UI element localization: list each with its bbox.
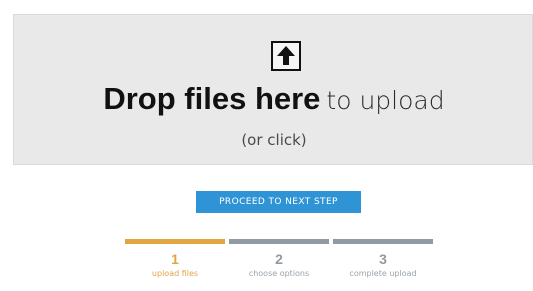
drop-files-strong-text: Drop files here bbox=[103, 81, 321, 116]
upload-page: Drop files here to upload (or click) PROC… bbox=[0, 0, 533, 291]
file-dropzone[interactable]: Drop files here to upload (or click) bbox=[13, 14, 533, 165]
step-3-number: 3 bbox=[379, 251, 387, 267]
step-3-bar bbox=[333, 239, 433, 244]
upload-steps-progress: 1 upload files 2 choose options 3 comple… bbox=[125, 239, 433, 291]
step-2-number: 2 bbox=[275, 251, 283, 267]
step-1-number: 1 bbox=[171, 251, 179, 267]
step-2-bar bbox=[229, 239, 329, 244]
step-complete-upload: 3 complete upload bbox=[333, 239, 433, 278]
upload-arrow-svg bbox=[277, 46, 295, 65]
step-2-label: choose options bbox=[248, 269, 310, 278]
drop-files-rest-text: to upload bbox=[326, 86, 445, 115]
step-choose-options: 2 choose options bbox=[229, 239, 329, 278]
or-click-hint: (or click) bbox=[241, 131, 307, 149]
drop-files-heading: Drop files here to upload bbox=[14, 73, 533, 130]
step-upload-files: 1 upload files bbox=[125, 239, 225, 278]
upload-arrow-icon bbox=[271, 41, 301, 71]
step-1-bar bbox=[125, 239, 225, 244]
step-3-label: complete upload bbox=[349, 269, 417, 278]
step-1-label: upload files bbox=[151, 269, 199, 278]
proceed-next-step-button[interactable]: PROCEED TO NEXT STEP bbox=[196, 191, 361, 213]
